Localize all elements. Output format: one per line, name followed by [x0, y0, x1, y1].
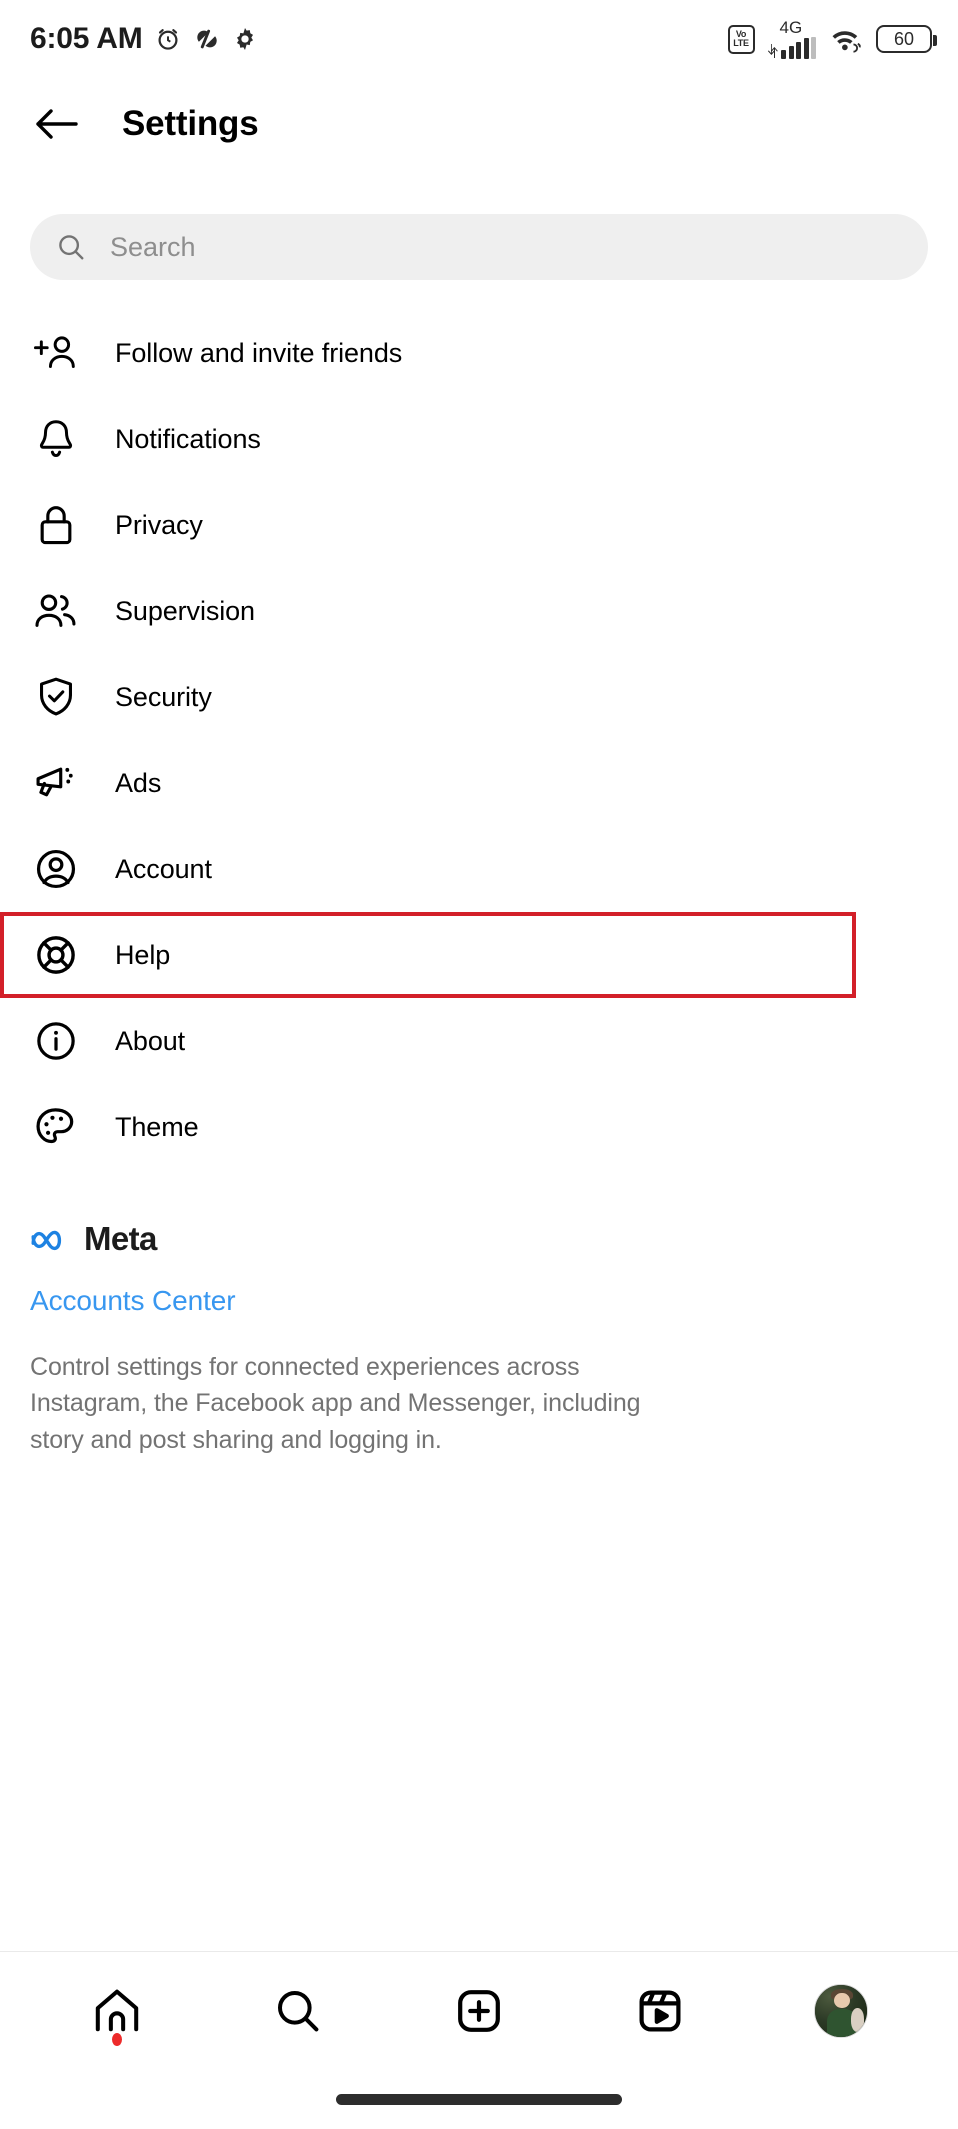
- volte-bottom-text: LTE: [733, 38, 749, 48]
- nav-create-button[interactable]: [436, 1968, 522, 2054]
- status-bar-left: 6:05 AM: [30, 24, 258, 54]
- alarm-clock-icon: [158, 29, 178, 50]
- settings-row-label: Security: [115, 681, 212, 712]
- reels-icon: [639, 1989, 681, 2031]
- bottom-navigation-bar: [0, 1951, 958, 2069]
- search-placeholder: Search: [110, 231, 196, 262]
- people-icon: [30, 585, 82, 637]
- app-activity-icon: [196, 29, 217, 49]
- settings-row-label: Help: [115, 939, 171, 970]
- back-arrow-icon: [36, 109, 78, 139]
- shield-check-icon: [30, 671, 82, 723]
- search-input[interactable]: Search: [30, 214, 928, 280]
- settings-row-label: Theme: [115, 1111, 199, 1142]
- home-indicator-bar[interactable]: [336, 2093, 622, 2105]
- settings-row-help[interactable]: Help: [0, 912, 856, 998]
- search-icon: [59, 235, 84, 260]
- avatar-head: [834, 1992, 850, 2009]
- volte-icon: Vo LTE: [727, 24, 755, 54]
- status-bar-right: Vo LTE 4G 60: [727, 18, 937, 59]
- settings-row-security[interactable]: Security: [0, 654, 958, 740]
- page-title: Settings: [122, 104, 259, 143]
- system-gesture-area: [0, 2069, 958, 2129]
- megaphone-icon: [30, 757, 82, 809]
- create-plus-icon: [458, 1989, 500, 2032]
- back-button[interactable]: [30, 97, 84, 151]
- meta-section: Meta Accounts Center Control settings fo…: [0, 1170, 958, 1951]
- account-circle-icon: [30, 843, 82, 895]
- settings-row-theme[interactable]: Theme: [0, 1084, 958, 1170]
- nav-home-button[interactable]: [74, 1968, 160, 2054]
- instagram-settings-screen: 6:05 AM Vo LTE 4G 60 Settings Search Fol…: [0, 0, 958, 2129]
- meta-brand-name: Meta: [84, 1220, 157, 1257]
- settings-row-ads[interactable]: Ads: [0, 740, 958, 826]
- add-person-icon: [30, 327, 82, 379]
- wifi-icon: [832, 31, 861, 53]
- meta-description: Control settings for connected experienc…: [30, 1353, 641, 1454]
- search-section: Search: [0, 170, 958, 280]
- life-ring-icon: [30, 929, 82, 981]
- avatar: [814, 1983, 869, 2038]
- settings-row-supervision[interactable]: Supervision: [0, 568, 958, 654]
- meta-brand: Meta: [30, 1222, 928, 1255]
- settings-row-privacy[interactable]: Privacy: [0, 482, 958, 568]
- gear-icon: [236, 27, 253, 51]
- settings-row-label: Account: [115, 853, 212, 884]
- battery-level-text: 60: [893, 29, 915, 49]
- settings-row-follow-and-invite-friends[interactable]: Follow and invite friends: [0, 310, 958, 396]
- nav-search-button[interactable]: [255, 1968, 341, 2054]
- search-icon: [277, 1990, 319, 2031]
- avatar-arm: [850, 2008, 865, 2033]
- settings-row-notifications[interactable]: Notifications: [0, 396, 958, 482]
- settings-row-about[interactable]: About: [0, 998, 958, 1084]
- nav-reels-button[interactable]: [617, 1968, 703, 2054]
- cellular-signal-icon: 4G: [767, 18, 816, 59]
- settings-row-label: Follow and invite friends: [115, 337, 403, 368]
- settings-list: Follow and invite friends Notifications …: [0, 280, 958, 1170]
- palette-icon: [30, 1101, 82, 1153]
- status-bar: 6:05 AM Vo LTE 4G 60: [0, 0, 958, 78]
- settings-row-label: Ads: [115, 767, 162, 798]
- meta-infinity-icon: [31, 1230, 62, 1250]
- settings-row-label: Notifications: [115, 423, 261, 454]
- info-circle-icon: [30, 1015, 82, 1067]
- settings-row-label: Supervision: [115, 595, 255, 626]
- home-icon: [95, 1989, 138, 2031]
- nav-profile-button[interactable]: [798, 1968, 884, 2054]
- status-time: 6:05 AM: [30, 22, 143, 55]
- settings-row-label: About: [115, 1025, 186, 1056]
- battery-icon: 60: [876, 25, 937, 53]
- home-badge-dot: [111, 2032, 122, 2046]
- data-arrows-icon: [767, 44, 778, 58]
- accounts-center-link[interactable]: Accounts Center: [30, 1287, 928, 1315]
- settings-row-label: Privacy: [115, 509, 203, 540]
- app-bar: Settings: [0, 78, 958, 170]
- lock-icon: [30, 499, 82, 551]
- bell-icon: [30, 413, 82, 465]
- settings-row-account[interactable]: Account: [0, 826, 958, 912]
- network-type-label: 4G: [779, 18, 803, 37]
- signal-bars: [767, 37, 816, 59]
